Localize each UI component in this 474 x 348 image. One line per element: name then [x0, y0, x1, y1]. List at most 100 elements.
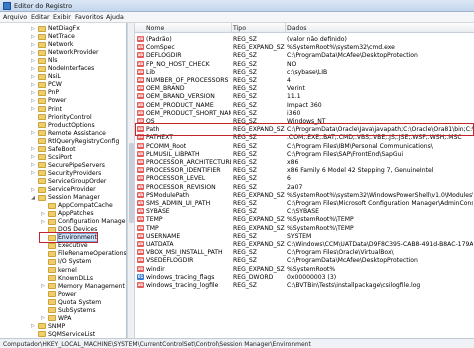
value-row[interactable]: ab NUMBER_OF_PROCESSORS REG_SZ 4	[135, 76, 474, 84]
value-row[interactable]: 01 windows_tracing_flags REG_DWORD 0x000000…	[135, 273, 474, 281]
value-data: NO	[287, 60, 297, 68]
value-row[interactable]: ab USERNAME REG_SZ SYSTEM	[135, 232, 474, 240]
expand-arrow-icon[interactable]: ▷	[30, 323, 36, 329]
folder-icon	[38, 49, 46, 56]
value-row[interactable]: ab OEM_PRODUCT_SHORT_NAME REG_SZ i360	[135, 109, 474, 117]
value-row[interactable]: ab windows_tracing_logfile REG_SZ C:\BVTBin…	[135, 281, 474, 289]
value-data: 0x00000003 (3)	[287, 273, 337, 281]
column-header-name[interactable]: Nome	[146, 25, 164, 32]
value-row[interactable]: ab PROCESSOR_IDENTIFIER REG_SZ x86 Family 6…	[135, 166, 474, 174]
expand-arrow-icon[interactable]: ▷	[30, 187, 36, 193]
value-data: %SystemRoot%	[287, 265, 336, 273]
menu-editar[interactable]: Editar	[31, 14, 50, 21]
expand-arrow-icon[interactable]: ▷	[30, 50, 36, 56]
value-row[interactable]: ab SYBASE REG_SZ C:\SYBASE	[135, 207, 474, 215]
value-name: NUMBER_OF_PROCESSORS	[146, 77, 229, 84]
expand-arrow-icon[interactable]: ▷	[30, 146, 36, 152]
folder-icon	[38, 170, 46, 177]
tree-node[interactable]: SQMServiceList	[30, 330, 95, 338]
value-row[interactable]: ab VBOX_MSI_INSTALL_PATH REG_SZ C:\Program …	[135, 248, 474, 256]
folder-icon	[38, 65, 46, 72]
expand-arrow-icon[interactable]: ▷	[30, 90, 36, 96]
column-header-type[interactable]: Tipo	[233, 25, 246, 32]
value-row[interactable]: ab DEFLOGDIR REG_SZ C:\ProgramData\McAfee\D…	[135, 51, 474, 59]
expand-arrow-icon[interactable]: ▷	[40, 211, 46, 217]
value-row[interactable]: ab UATDATA REG_EXPAND_SZ C:\Windows\CCM\UAT…	[135, 240, 474, 248]
value-row[interactable]: ab OEM_BRAND_VERSION REG_SZ 11.1	[135, 92, 474, 100]
expand-arrow-icon[interactable]: ▷	[30, 26, 36, 32]
folder-icon	[48, 218, 56, 225]
value-name: PLMUSIL_LIBPATH	[146, 150, 200, 158]
value-row[interactable]: ab FP_NO_HOST_CHECK REG_SZ NO	[135, 60, 474, 68]
menu-ajuda[interactable]: Ajuda	[106, 14, 124, 21]
tree-scrollbar[interactable]	[127, 23, 135, 338]
value-data: C:\BVTBin\Tests\installpackage\csilogfil…	[287, 282, 421, 289]
value-data: 6	[287, 175, 291, 183]
value-row[interactable]: ab ComSpec REG_EXPAND_SZ %SystemRoot%\syste…	[135, 43, 474, 51]
value-row[interactable]: ab TMP REG_EXPAND_SZ %SystemRoot%\TEMP	[135, 224, 474, 232]
value-row[interactable]: ab PROCESSOR_ARCHITECTURE REG_SZ x86	[135, 158, 474, 166]
value-row[interactable]: ab SMS_ADMIN_UI_PATH REG_SZ C:\Program File…	[135, 199, 474, 207]
expand-arrow-icon[interactable]: ▷	[40, 219, 46, 225]
value-type: REG_EXPAND_SZ	[233, 241, 285, 248]
list-header: Nome Tipo Dados	[135, 23, 474, 33]
value-row[interactable]: ab TEMP REG_EXPAND_SZ %SystemRoot%\TEMP	[135, 215, 474, 223]
value-row[interactable]: ab PROCESSOR_LEVEL REG_SZ 6	[135, 174, 474, 182]
string-value-icon: ab	[137, 60, 144, 67]
string-value-icon: ab	[137, 68, 144, 75]
value-row[interactable]: ab PCOMM_Root REG_SZ C:\Program Files\IBM\P…	[135, 142, 474, 150]
menu-exibir[interactable]: Exibir	[53, 14, 71, 21]
expand-arrow-icon[interactable]: ▷	[40, 315, 46, 321]
value-row[interactable]: ab PLMUSIL_LIBPATH REG_SZ C:\Program Files\…	[135, 150, 474, 158]
expand-arrow-icon[interactable]: ▷	[30, 154, 36, 160]
tree-node-label: Memory Management	[58, 282, 125, 290]
folder-icon	[38, 57, 46, 64]
column-separator[interactable]	[285, 23, 286, 33]
column-header-data[interactable]: Dados	[287, 25, 307, 32]
value-data: C:\Program Files\Microsoft Configuration…	[287, 200, 473, 207]
expand-arrow-icon[interactable]: ▷	[30, 58, 36, 64]
expand-arrow-icon[interactable]: ▷	[30, 82, 36, 88]
tree-scroll-thumb[interactable]	[129, 143, 134, 223]
expand-arrow-icon[interactable]: ▷	[30, 106, 36, 112]
values-list[interactable]: Nome Tipo Dados ab (Padrão) REG_SZ (valor n…	[135, 23, 474, 338]
value-data: %SystemRoot%\system32\WindowsPowerShell\…	[287, 191, 473, 199]
value-type: REG_SZ	[233, 200, 257, 207]
tree-node-label: Session Manager	[48, 194, 100, 202]
folder-icon	[38, 41, 46, 48]
expand-arrow-icon[interactable]: ▷	[30, 162, 36, 168]
value-type: REG_EXPAND_SZ	[233, 216, 285, 224]
column-separator[interactable]	[231, 23, 232, 33]
folder-icon	[38, 154, 46, 161]
menu-arquivo[interactable]: Arquivo	[3, 14, 27, 21]
expand-arrow-icon[interactable]: ▷	[30, 170, 36, 176]
value-row[interactable]: ab OEM_BRAND REG_SZ Verint	[135, 84, 474, 92]
expand-arrow-icon[interactable]: ▷	[30, 34, 36, 40]
expand-arrow-icon[interactable]: ▷	[30, 74, 36, 80]
expand-arrow-icon[interactable]: ▷	[30, 98, 36, 104]
tree-node-label: Remote Assistance	[48, 129, 106, 137]
expand-arrow-icon[interactable]: ▷	[30, 42, 36, 48]
registry-tree[interactable]: ▷ NetDiagFx ▷ NetTrace ▷ Network ▷ NetworkProvi…	[0, 23, 127, 338]
collapse-arrow-icon[interactable]: ◢	[30, 195, 36, 201]
value-type: REG_SZ	[233, 159, 257, 166]
menu-favoritos[interactable]: Favoritos	[75, 14, 103, 21]
value-row[interactable]: ab PSModulePath REG_EXPAND_SZ %SystemRoot%\…	[135, 191, 474, 199]
value-row[interactable]: ab (Padrão) REG_SZ (valor não definido)	[135, 35, 474, 43]
folder-icon	[48, 258, 56, 265]
value-row[interactable]: ab PROCESSOR_REVISION REG_SZ 2a07	[135, 183, 474, 191]
value-row[interactable]: ab VSEDEFLOGDIR REG_SZ C:\ProgramData\McAfe…	[135, 256, 474, 264]
value-data: C:\SYBASE	[287, 208, 320, 216]
value-row[interactable]: ab Lib REG_SZ c:\sybase\LIB	[135, 68, 474, 76]
value-data: x86	[287, 159, 299, 166]
value-row[interactable]: ab windir REG_EXPAND_SZ %SystemRoot%	[135, 265, 474, 273]
value-name: PCOMM_Root	[146, 142, 187, 150]
string-value-icon: ab	[137, 36, 144, 42]
expand-arrow-icon[interactable]: ▷	[40, 283, 46, 289]
expand-arrow-icon[interactable]: ▷	[30, 130, 36, 136]
expand-arrow-icon[interactable]: ▷	[30, 66, 36, 72]
value-row[interactable]: ab OEM_PRODUCT_NAME REG_SZ Impact 360	[135, 101, 474, 109]
